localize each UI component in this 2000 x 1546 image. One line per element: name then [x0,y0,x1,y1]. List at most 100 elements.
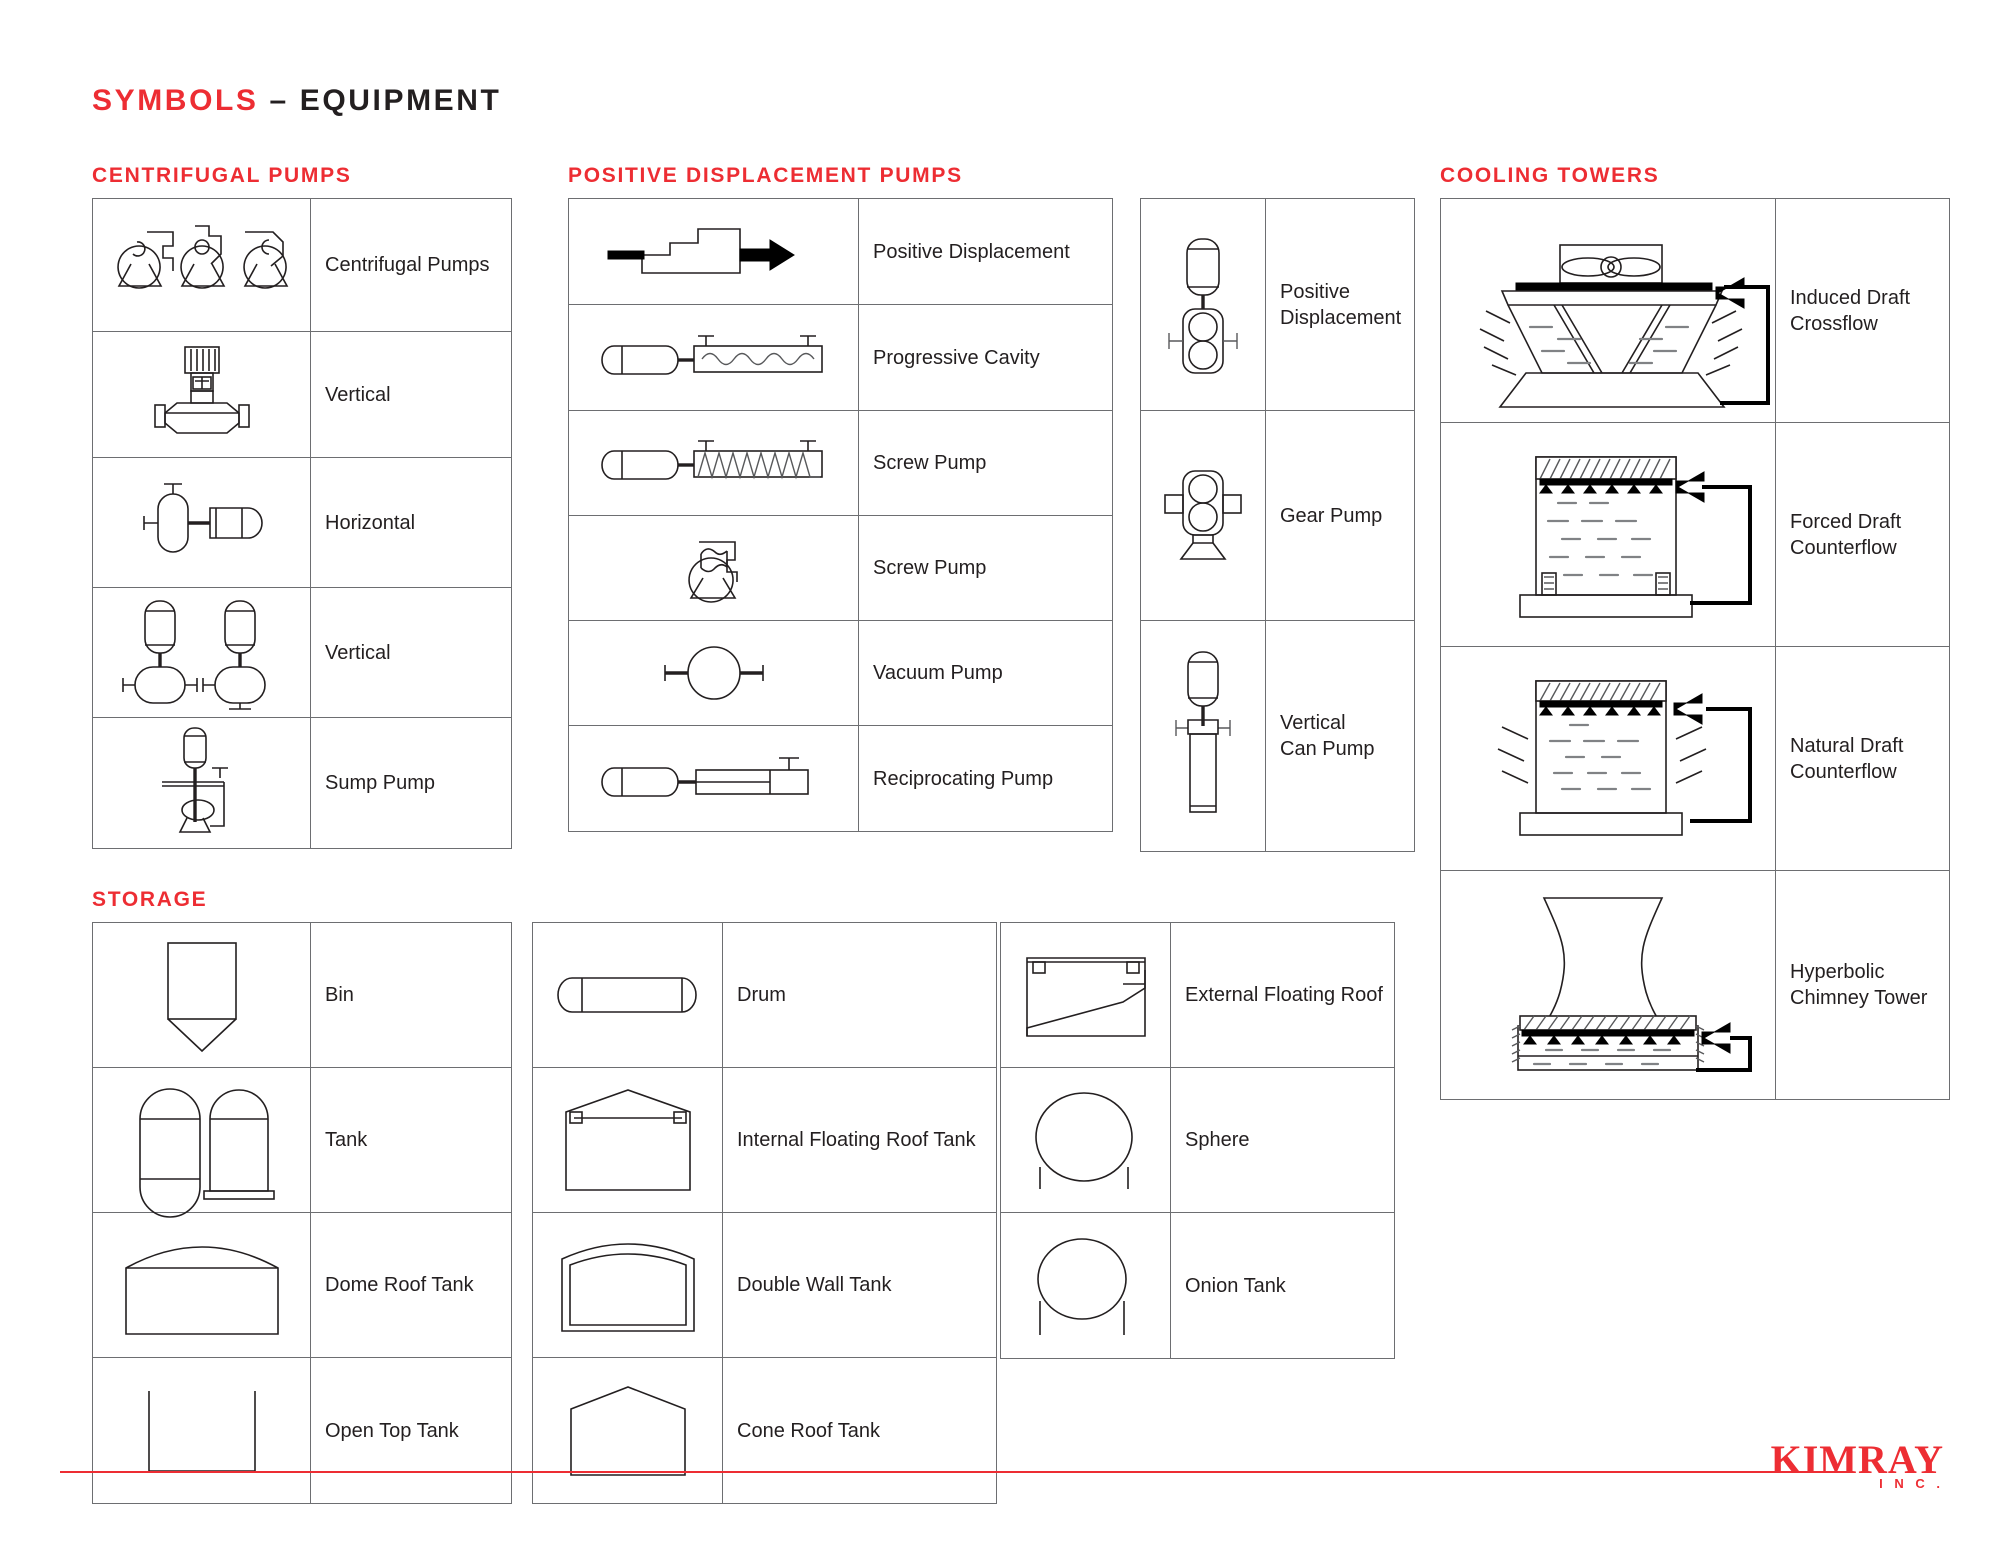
label-tank: Tank [325,1129,368,1151]
label-drum: Drum [737,984,786,1006]
symbol-pd-block-arrow [569,199,859,304]
table-row: Vacuum Pump [569,621,1112,726]
symbol-pd-vertical-gear [1141,199,1266,410]
page-title: SYMBOLS – EQUIPMENT [92,84,501,118]
table-positive-displacement-left: Positive Displacement Progressive Cavity [568,198,1113,832]
symbol-vacuum-pump [569,621,859,725]
symbol-forced-draft-counterflow [1441,423,1776,646]
section-heading-centrifugal-pumps: CENTRIFUGAL PUMPS [92,164,352,187]
table-row: Open Top Tank [93,1358,511,1503]
symbol-open-top-tank [93,1358,311,1503]
kimray-logo: KIMRAY I N C . [1770,1437,1944,1492]
symbol-sphere [1001,1068,1171,1212]
table-row: Screw Pump [569,411,1112,516]
table-row: External Floating Roof [1001,923,1394,1068]
table-row: Internal Floating Roof Tank [533,1068,996,1213]
logo-wordmark: KIMRAY [1770,1437,1944,1482]
table-row: Positive Displacement [1141,199,1414,411]
table-row: Double Wall Tank [533,1213,996,1358]
symbol-onion-tank [1001,1213,1171,1358]
table-cooling-towers: Induced Draft Crossflow Forced Draft Cou… [1440,198,1950,1100]
table-row: Vertical [93,588,511,718]
label-gear-pump: Gear Pump [1280,504,1383,527]
symbol-horizontal-pump [93,458,311,587]
label-positive-displacement-vertical: Positive Displacement [1280,280,1402,329]
symbol-induced-draft-crossflow [1441,199,1776,422]
label-sump-pump: Sump Pump [325,772,436,794]
table-row: Hyperbolic Chimney Tower [1441,871,1949,1099]
table-row: Natural Draft Counterflow [1441,647,1949,871]
table-row: Reciprocating Pump [569,726,1112,831]
label-reciprocating-pump: Reciprocating Pump [873,767,1054,790]
symbol-external-floating-roof [1001,923,1171,1067]
table-row: Centrifugal Pumps [93,199,511,332]
label-dome-roof-tank: Dome Roof Tank [325,1274,474,1296]
table-row: Sump Pump [93,718,511,848]
symbol-screw-pump-rotary [569,516,859,620]
symbol-progressive-cavity [569,305,859,410]
page-title-sub: EQUIPMENT [299,84,502,117]
label-progressive-cavity: Progressive Cavity [873,346,1040,369]
label-forced-draft-counterflow: Forced Draft Counterflow [1790,510,1902,559]
table-row: Vertical [93,332,511,458]
table-centrifugal-pumps: Centrifugal Pumps Vertical Horizontal Ve… [92,198,512,849]
symbol-vertical-inline-pump [93,332,311,457]
section-heading-cooling-towers: COOLING TOWERS [1440,164,1660,187]
table-row: Dome Roof Tank [93,1213,511,1358]
label-positive-displacement: Positive Displacement [873,240,1070,263]
label-external-floating-roof: External Floating Roof [1185,984,1383,1006]
table-row: Induced Draft Crossflow [1441,199,1949,423]
table-row: Drum [533,923,996,1068]
section-heading-positive-displacement-pumps: POSITIVE DISPLACEMENT PUMPS [568,164,963,187]
symbol-vertical-pumps-pair [93,588,311,717]
symbol-sump-pump [93,718,311,848]
table-row: Bin [93,923,511,1068]
table-row: Sphere [1001,1068,1394,1213]
label-cone-roof-tank: Cone Roof Tank [737,1419,881,1442]
symbol-internal-floating-roof-tank [533,1068,723,1212]
table-row: Vertical Can Pump [1141,621,1414,851]
page-title-main: SYMBOLS [92,84,259,117]
label-induced-draft-crossflow: Induced Draft Crossflow [1790,286,1911,335]
section-heading-storage: STORAGE [92,888,208,911]
label-horizontal: Horizontal [325,511,416,534]
symbol-reciprocating-pump [569,726,859,831]
label-vacuum-pump: Vacuum Pump [873,662,1003,684]
label-bin: Bin [325,984,354,1006]
table-row: Positive Displacement [569,199,1112,305]
label-hyperbolic-chimney-tower: Hyperbolic Chimney Tower [1790,961,1928,1009]
label-double-wall-tank: Double Wall Tank [737,1274,892,1296]
label-onion-tank: Onion Tank [1185,1274,1286,1297]
page-title-dash: – [269,84,289,117]
symbol-gear-pump [1141,411,1266,620]
symbol-bin [93,923,311,1067]
symbol-screw-pump-inline [569,411,859,515]
label-centrifugal-pumps: Centrifugal Pumps [325,254,490,276]
table-row: Gear Pump [1141,411,1414,621]
label-vertical: Vertical [325,383,391,406]
table-positive-displacement-right: Positive Displacement Gear Pump Vertical… [1140,198,1415,852]
symbol-cone-roof-tank [533,1358,723,1503]
label-open-top-tank: Open Top Tank [325,1419,459,1442]
table-row: Cone Roof Tank [533,1358,996,1503]
table-storage-col2: Drum Internal Floating Roof Tank Double … [532,922,997,1504]
symbol-centrifugal-pumps-trio [93,199,311,331]
symbol-hyperbolic-chimney-tower [1441,871,1776,1099]
table-row: Forced Draft Counterflow [1441,423,1949,647]
label-vertical-2: Vertical [325,641,391,664]
label-internal-floating-roof-tank: Internal Floating Roof Tank [737,1129,976,1151]
label-screw-pump-2: Screw Pump [873,557,987,579]
table-row: Progressive Cavity [569,305,1112,411]
symbol-vertical-can-pump [1141,621,1266,851]
table-row: Onion Tank [1001,1213,1394,1358]
table-row: Horizontal [93,458,511,588]
table-storage-col3: External Floating Roof Sphere Onion Tank [1000,922,1395,1359]
table-storage-col1: Bin Tank Dome Roof Tank Open Top Tank [92,922,512,1504]
symbol-natural-draft-counterflow [1441,647,1776,870]
symbol-drum [533,923,723,1067]
footer-divider [60,1471,1850,1473]
symbol-dome-roof-tank [93,1213,311,1357]
table-row: Tank [93,1068,511,1218]
label-screw-pump: Screw Pump [873,452,987,474]
table-row: Screw Pump [569,516,1112,621]
